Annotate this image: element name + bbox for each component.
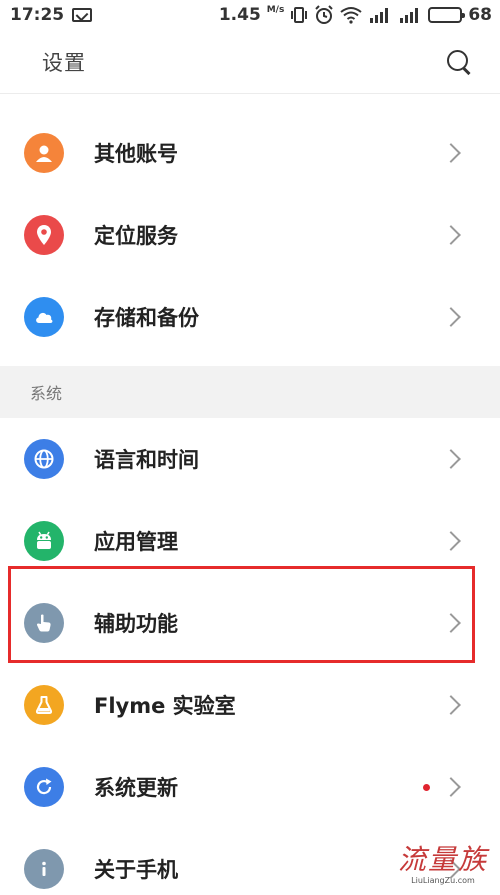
alarm-icon	[315, 5, 334, 24]
refresh-icon	[24, 767, 64, 807]
message-icon	[72, 8, 93, 22]
person-icon	[24, 133, 64, 173]
chevron-right-icon	[441, 777, 461, 797]
item-label: Flyme 实验室	[94, 694, 236, 718]
hand-pointer-icon	[24, 603, 64, 643]
item-label: 存储和备份	[94, 306, 199, 330]
setting-item-system-update[interactable]: 系统更新	[0, 746, 500, 828]
flask-icon	[24, 685, 64, 725]
chevron-right-icon	[441, 695, 461, 715]
chevron-right-icon	[441, 225, 461, 245]
cloud-icon	[24, 297, 64, 337]
watermark: 流量族 LiuLiangZu.com	[398, 838, 488, 885]
info-icon	[24, 849, 64, 889]
watermark-text: 流量族	[397, 843, 488, 876]
wifi-icon	[340, 7, 362, 24]
setting-item-app-management[interactable]: 应用管理	[0, 500, 500, 582]
page-title: 设置	[42, 50, 86, 75]
item-label: 定位服务	[94, 224, 178, 248]
network-speed: 1.45 M/s	[218, 5, 285, 25]
item-label: 系统更新	[94, 776, 178, 800]
watermark-url: LiuLiangZu.com	[411, 876, 475, 885]
item-label: 辅助功能	[94, 612, 178, 636]
setting-item-location[interactable]: 定位服务	[0, 194, 500, 276]
item-label: 语言和时间	[94, 448, 199, 472]
chevron-right-icon	[441, 613, 461, 633]
chevron-right-icon	[441, 143, 461, 163]
section-label: 系统	[30, 384, 63, 403]
search-icon[interactable]	[446, 49, 472, 75]
section-header-system: 系统	[0, 366, 500, 418]
signal-icon	[400, 8, 419, 23]
update-badge-dot	[423, 783, 430, 791]
signal-4g-icon	[370, 8, 389, 23]
item-label: 应用管理	[94, 530, 178, 554]
setting-item-accessibility[interactable]: 辅助功能	[0, 582, 500, 664]
setting-item-flyme-lab[interactable]: Flyme 实验室	[0, 664, 500, 746]
android-icon	[24, 521, 64, 561]
location-pin-icon	[24, 215, 64, 255]
setting-item-storage-backup[interactable]: 存储和备份	[0, 276, 500, 358]
status-bar: 17:25 1.45 M/s 68	[0, 0, 500, 30]
settings-list: 其他账号 定位服务 存储和备份 系统 语言和时间 应用管理 辅助功能 Flyme…	[0, 112, 500, 895]
vibrate-icon	[291, 7, 308, 23]
chevron-right-icon	[441, 449, 461, 469]
chevron-right-icon	[441, 307, 461, 327]
globe-icon	[24, 439, 64, 479]
item-label: 其他账号	[94, 142, 178, 166]
item-label: 关于手机	[94, 858, 178, 882]
setting-item-language-time[interactable]: 语言和时间	[0, 418, 500, 500]
chevron-right-icon	[441, 531, 461, 551]
settings-header: 设置	[0, 30, 500, 94]
setting-item-other-accounts[interactable]: 其他账号	[0, 112, 500, 194]
status-time: 17:25	[10, 5, 65, 25]
battery-icon	[428, 7, 466, 23]
battery-level: 68	[468, 5, 492, 25]
